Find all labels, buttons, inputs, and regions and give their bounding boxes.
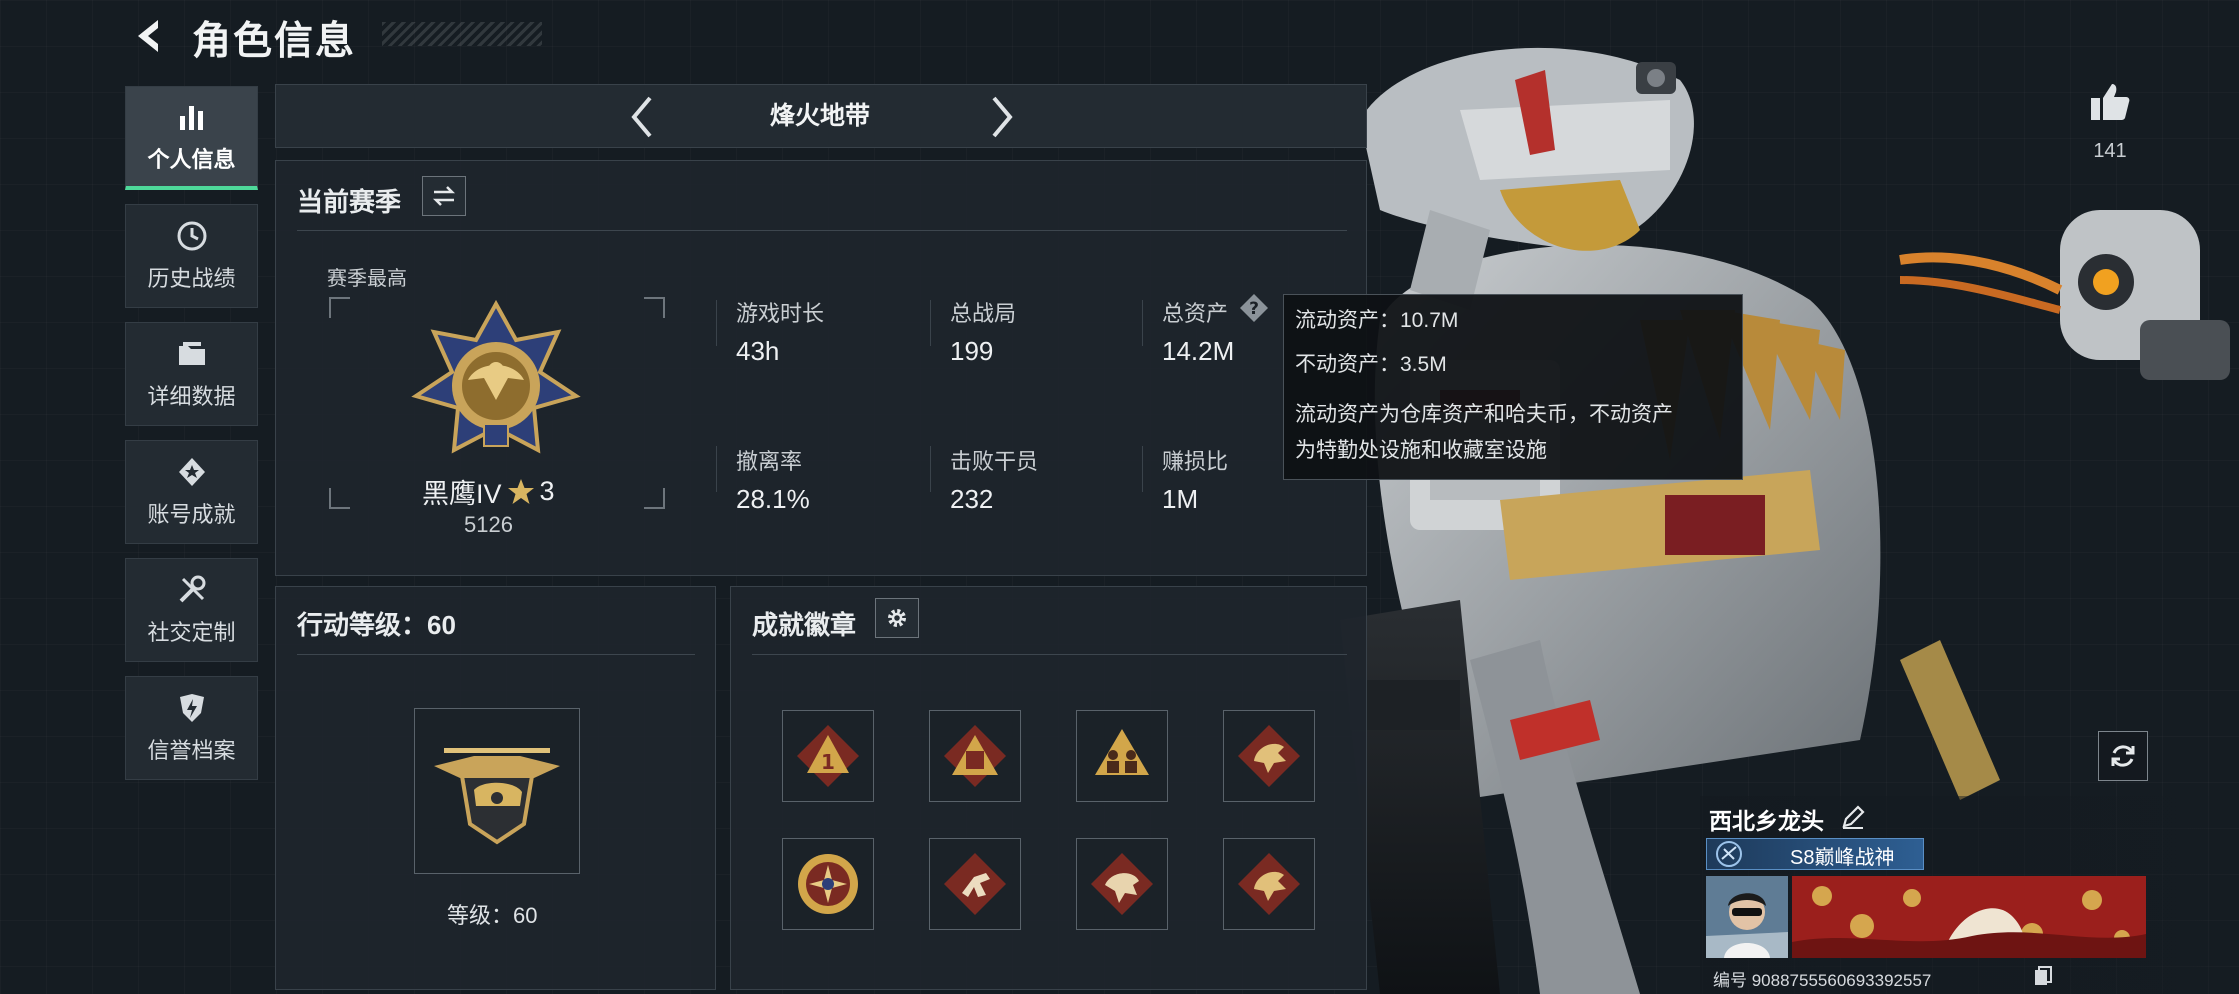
season-switch-button[interactable]: [422, 176, 466, 216]
badge-title: 成就徽章: [752, 610, 857, 640]
svg-text:?: ?: [1249, 299, 1259, 319]
badge-slot[interactable]: [782, 838, 874, 930]
supply-badge-icon: [944, 725, 1006, 787]
nav-label: 社交定制: [147, 620, 236, 645]
svg-text:1: 1: [821, 750, 835, 774]
dragon-badge-icon: [1238, 853, 1300, 915]
honor-emblem-icon: [1716, 841, 1742, 867]
rank-one-badge-icon: 1: [797, 725, 859, 787]
title-decoration: [382, 22, 542, 46]
stat-value-kills: 232: [950, 484, 994, 514]
nav-label: 信誉档案: [147, 738, 236, 763]
star-icon: [507, 478, 534, 504]
stat-separator: [716, 446, 717, 492]
nav-achievements[interactable]: 账号成就: [125, 440, 258, 544]
prev-mode-button[interactable]: [622, 92, 662, 142]
stat-value-extract-rate: 28.1%: [736, 484, 810, 514]
honor-title-text: S8巅峰战神: [1790, 847, 1895, 869]
stat-value-profit-ratio: 1M: [1162, 484, 1199, 514]
badge-slot[interactable]: [929, 710, 1021, 802]
rank-emblem-icon: [411, 300, 581, 454]
stat-value-total-matches: 199: [950, 336, 994, 366]
badge-slot[interactable]: [1223, 710, 1315, 802]
page-title: 角色信息: [192, 20, 357, 63]
stat-separator: [930, 300, 931, 346]
folder-icon: [178, 342, 205, 365]
bar-chart-icon: [179, 105, 203, 130]
nav-label: 账号成就: [147, 502, 236, 527]
swap-icon: [432, 186, 456, 206]
badge-settings-button[interactable]: [875, 598, 919, 638]
nav-label: 详细数据: [147, 384, 236, 409]
tools-icon: [179, 575, 205, 603]
help-icon[interactable]: ?: [1238, 292, 1270, 324]
nav-credit-record[interactable]: 信誉档案: [125, 676, 258, 780]
gear-icon: [888, 609, 906, 627]
season-title: 当前赛季: [297, 187, 402, 217]
rank-line: 黑鹰IV 3: [422, 472, 555, 511]
mode-title: 烽火地带: [769, 102, 870, 130]
refresh-button[interactable]: [2098, 731, 2148, 781]
tooltip-fixed-assets: 不动资产：3.5M: [1295, 353, 1447, 376]
player-name: 西北乡龙头: [1709, 808, 1824, 834]
next-mode-button[interactable]: [982, 92, 1022, 142]
stat-label-extract-rate: 撤离率: [736, 449, 803, 474]
shield-bolt-icon: [179, 694, 204, 722]
nav-personal-info[interactable]: 个人信息: [125, 86, 258, 190]
banner-image: [1792, 876, 2146, 958]
cross-medal-badge-icon: [798, 854, 858, 914]
level-caption: 等级：60: [447, 903, 538, 928]
rank-stars: 3: [539, 476, 555, 506]
avatar-image: [1706, 876, 1788, 958]
avatar[interactable]: [1706, 876, 1788, 958]
season-best-label: 赛季最高: [327, 268, 407, 290]
badge-slot[interactable]: [929, 838, 1021, 930]
stat-value-playtime: 43h: [736, 336, 780, 366]
copy-icon[interactable]: [2033, 965, 2053, 987]
tooltip-liquid-assets: 流动资产：10.7M: [1295, 309, 1459, 332]
stat-value-total-assets: 14.2M: [1162, 336, 1235, 366]
medal-star-icon: [178, 458, 205, 486]
nav-detailed-data[interactable]: 详细数据: [125, 322, 258, 426]
badge-slot[interactable]: [1076, 710, 1168, 802]
squad-badge-icon: [1095, 729, 1149, 775]
badge-slot[interactable]: [1076, 838, 1168, 930]
nav-match-history[interactable]: 历史战绩: [125, 204, 258, 308]
profile-banner: [1792, 876, 2146, 958]
stat-label-playtime: 游戏时长: [736, 301, 825, 326]
nav-label: 历史战绩: [147, 266, 236, 291]
stat-label-kills: 击败干员: [950, 449, 1039, 474]
refresh-icon: [2111, 745, 2135, 767]
badge-slot[interactable]: [1223, 838, 1315, 930]
nav-social-custom[interactable]: 社交定制: [125, 558, 258, 662]
level-title: 行动等级：60: [297, 610, 456, 640]
stat-label-total-assets: 总资产: [1162, 301, 1229, 326]
back-arrow-icon[interactable]: [128, 14, 172, 58]
season-divider: [297, 230, 1347, 231]
edit-pencil-icon[interactable]: [1840, 804, 1866, 830]
dragon-badge-icon: [1238, 725, 1300, 787]
tooltip-description-line1: 流动资产为仓库资产和哈夫币，不动资产: [1295, 403, 1673, 426]
runner-badge-icon: [944, 853, 1006, 915]
helicopter-emblem-icon: [434, 748, 560, 845]
stat-label-profit-ratio: 赚损比: [1162, 449, 1229, 474]
like-count: 141: [2093, 140, 2127, 162]
stat-label-total-matches: 总战局: [950, 301, 1017, 326]
stat-separator: [930, 446, 931, 492]
tooltip-description-line2: 为特勤处设施和收藏室设施: [1295, 439, 1547, 462]
clock-icon: [177, 221, 206, 251]
stat-separator: [716, 300, 717, 346]
stat-separator: [1142, 300, 1143, 346]
level-divider: [297, 654, 695, 655]
badge-divider: [752, 654, 1347, 655]
dragon-badge-icon: [1091, 853, 1153, 915]
badge-slot[interactable]: 1: [782, 710, 874, 802]
thumbs-up-icon[interactable]: [2088, 80, 2132, 124]
stat-separator: [1142, 446, 1143, 492]
player-uid: 编号 9088755560693392557: [1713, 971, 1932, 990]
nav-label: 个人信息: [147, 146, 236, 172]
rank-name: 黑鹰IV: [422, 479, 502, 509]
rank-score: 5126: [464, 512, 513, 537]
